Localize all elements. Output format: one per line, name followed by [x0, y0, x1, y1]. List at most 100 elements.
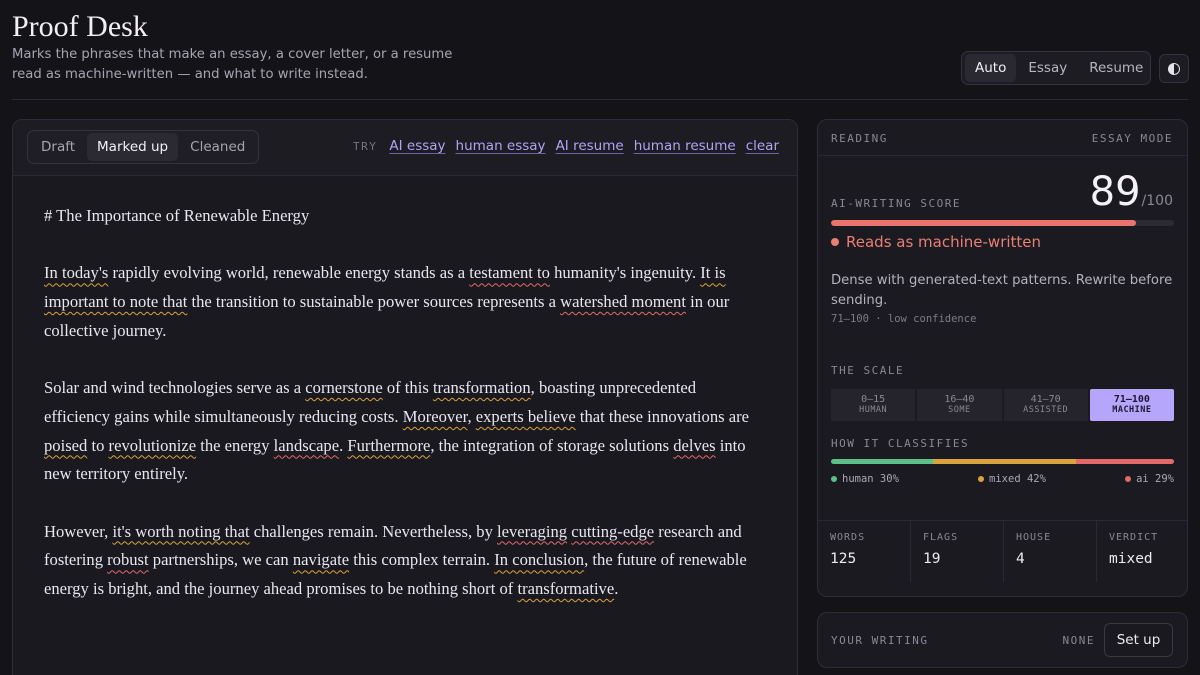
your-writing-status: NONE [1062, 634, 1095, 647]
flagged-phrase[interactable]: it's worth noting that [112, 522, 249, 541]
flagged-phrase[interactable]: watershed moment [560, 292, 686, 311]
sample-links: TRY AI essay human essay AI resume human… [353, 138, 779, 154]
scale-some: 16–40 SOME [917, 389, 1002, 421]
scale-range: 16–40 [944, 394, 975, 405]
your-writing-label: YOUR WRITING [831, 634, 929, 647]
document-paragraph: However, it's worth noting that challeng… [44, 521, 747, 599]
legend-ai-label: ai 29% [1136, 473, 1174, 485]
clear-link[interactable]: clear [746, 138, 779, 154]
scale-name: HUMAN [859, 405, 888, 415]
legend-mixed: mixed 42% [978, 473, 1046, 485]
flagged-phrase[interactable]: leveraging [497, 522, 567, 541]
flagged-phrase[interactable]: experts believe [476, 407, 576, 426]
flagged-phrase[interactable]: transformation [433, 378, 531, 397]
document-heading: # The Importance of Renewable Energy [44, 206, 310, 225]
classify-segment-human [831, 459, 933, 464]
app-title: Proof Desk [12, 10, 148, 43]
mixed-dot-icon [978, 476, 985, 482]
ai-dot-icon [1125, 476, 1132, 482]
sample-ai-resume[interactable]: AI resume [556, 138, 624, 154]
reading-header: READING ESSAY MODE [818, 120, 1187, 156]
scale-range: 71–100 [1113, 394, 1150, 405]
stat-label: HOUSE [1016, 532, 1052, 543]
document-paragraph: In today's rapidly evolving world, renew… [44, 263, 730, 340]
mode-switch: Auto Essay Resume [961, 51, 1151, 85]
mode-auto[interactable]: Auto [965, 54, 1017, 82]
verdict-text: Reads as machine-written [846, 233, 1042, 251]
legend-human-label: human 30% [842, 473, 899, 485]
header-divider [12, 99, 1188, 100]
stats-row: WORDS 125 FLAGS 19 HOUSE 4 VERDICT mixed [818, 520, 1187, 582]
contrast-icon [1168, 62, 1180, 75]
tab-marked-up[interactable]: Marked up [87, 133, 179, 161]
stat-value: 125 [830, 551, 857, 567]
set-up-button[interactable]: Set up [1104, 623, 1173, 657]
flagged-phrase[interactable]: robust [107, 550, 148, 569]
human-dot-icon [831, 476, 837, 482]
stat-house: HOUSE 4 [1004, 521, 1097, 582]
classify-label: HOW IT CLASSIFIES [831, 437, 970, 450]
editor-toolbar: Draft Marked up Cleaned TRY AI essay hum… [13, 120, 797, 176]
your-writing-panel: YOUR WRITING NONE Set up [817, 612, 1188, 668]
stat-value: mixed [1109, 551, 1153, 567]
mode-label: ESSAY MODE [1091, 132, 1173, 145]
legend-ai: ai 29% [1125, 473, 1174, 485]
score-max: /100 [1141, 193, 1173, 209]
flagged-phrase[interactable]: delves [673, 436, 715, 455]
verdict-line: Reads as machine-written [831, 233, 1041, 251]
score-value: 89 /100 [1090, 170, 1173, 214]
tab-draft[interactable]: Draft [31, 133, 85, 161]
scale-range: 41–70 [1030, 394, 1061, 405]
reading-panel: READING ESSAY MODE AI-WRITING SCORE 89 /… [817, 119, 1188, 597]
reading-description: Dense with generated-text patterns. Rewr… [831, 273, 1173, 308]
flagged-phrase[interactable]: testament to [469, 263, 550, 282]
stat-words: WORDS 125 [818, 521, 911, 582]
document-text[interactable]: # The Importance of Renewable Energy In t… [13, 176, 797, 604]
stat-value: 19 [923, 551, 941, 567]
scale-machine: 71–100 MACHINE [1089, 389, 1174, 421]
score-bar-fill [831, 220, 1137, 226]
legend-human: human 30% [831, 473, 899, 485]
flagged-phrase[interactable]: In today's [44, 263, 108, 282]
flagged-phrase[interactable]: revolutionize [109, 436, 197, 455]
view-tabs: Draft Marked up Cleaned [27, 130, 260, 164]
sample-ai-essay[interactable]: AI essay [389, 138, 445, 154]
flagged-phrase[interactable]: transformative [517, 579, 614, 598]
classify-segment-ai [1075, 459, 1174, 464]
sample-human-resume[interactable]: human resume [634, 138, 736, 154]
theme-toggle-button[interactable] [1159, 54, 1189, 83]
stat-label: FLAGS [923, 532, 959, 543]
scale-human: 0–15 HUMAN [831, 389, 916, 421]
score-number: 89 [1089, 169, 1141, 215]
flagged-phrase[interactable]: cornerstone [305, 378, 382, 397]
mode-resume[interactable]: Resume [1079, 54, 1153, 82]
scale: 0–15 HUMAN 16–40 SOME 41–70 ASSISTED 71–… [831, 389, 1174, 421]
scale-name: ASSISTED [1023, 405, 1069, 415]
classify-bar [831, 459, 1174, 464]
flagged-phrase[interactable]: poised [44, 436, 87, 455]
scale-name: MACHINE [1112, 405, 1152, 415]
stat-label: WORDS [830, 532, 866, 543]
editor-panel: Draft Marked up Cleaned TRY AI essay hum… [12, 119, 798, 675]
tab-cleaned[interactable]: Cleaned [180, 133, 255, 161]
flagged-phrase[interactable]: navigate [293, 550, 349, 569]
scale-name: SOME [948, 405, 971, 415]
stat-value: 4 [1016, 551, 1025, 567]
flagged-phrase[interactable]: In conclusion [494, 550, 584, 569]
flagged-phrase[interactable]: Moreover [403, 407, 468, 426]
range-note: 71–100 · low confidence [831, 313, 977, 325]
legend-mixed-label: mixed 42% [989, 473, 1046, 485]
flagged-phrase[interactable]: landscape [274, 436, 339, 455]
mode-essay[interactable]: Essay [1018, 54, 1077, 82]
app-subtitle: Marks the phrases that make an essay, a … [12, 47, 453, 82]
classify-legend: human 30% mixed 42% ai 29% [831, 473, 1174, 485]
try-label: TRY [353, 140, 378, 153]
scale-label: THE SCALE [831, 364, 905, 377]
flagged-phrase[interactable]: cutting-edge [571, 522, 654, 541]
scale-assisted: 41–70 ASSISTED [1003, 389, 1088, 421]
flagged-phrase[interactable]: Furthermore [347, 436, 430, 455]
stat-verdict: VERDICT mixed [1097, 521, 1187, 582]
sample-human-essay[interactable]: human essay [456, 138, 546, 154]
stat-label: VERDICT [1109, 532, 1159, 543]
score-bar [831, 220, 1174, 226]
